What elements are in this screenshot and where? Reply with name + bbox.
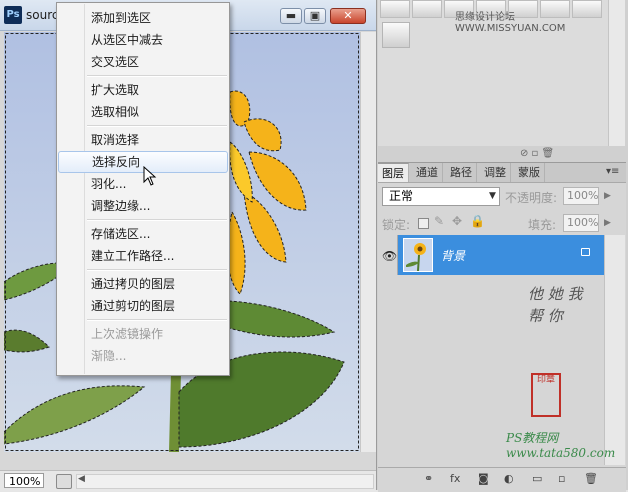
new-group-icon[interactable]: ▭ xyxy=(532,472,542,485)
menu-item: 渐隐... xyxy=(91,349,127,363)
tab-adjustments[interactable]: 调整 xyxy=(480,163,511,182)
horizontal-scrollbar[interactable] xyxy=(76,474,374,489)
tab-layers[interactable]: 图层 xyxy=(378,163,409,182)
lock-all-icon[interactable]: 🔒 xyxy=(470,214,485,228)
site-watermark: 思缘设计论坛 WWW.MISSYUAN.COM xyxy=(455,12,566,34)
context-menu: 添加到选区 从选区中减去 交叉选区 扩大选取 选取相似 取消选择 选择反向 羽化... 调整边缘… xyxy=(56,2,230,376)
style-swatch[interactable] xyxy=(382,22,410,48)
lock-transparent-icon[interactable] xyxy=(418,218,429,229)
menu-item: 上次滤镜操作 xyxy=(91,327,164,341)
lock-label: 锁定: xyxy=(382,218,411,232)
layers-footer-toolbar: ⚭ fx ◙ ◐ ▭ ▫ 🗑 xyxy=(378,467,626,492)
fill-field[interactable]: 100% xyxy=(563,214,599,232)
eye-icon: 👁 xyxy=(382,249,398,263)
menu-separator xyxy=(87,219,227,221)
trash-icon[interactable]: 🗑 xyxy=(584,472,598,485)
zoom-level-field[interactable]: 100% xyxy=(4,473,44,488)
menu-item[interactable]: 选取相似 xyxy=(58,101,228,123)
opacity-field[interactable]: 100% xyxy=(563,187,599,205)
menu-item[interactable]: 取消选择 xyxy=(58,129,228,151)
photoshop-icon: Ps xyxy=(4,6,22,24)
sunflower-thumbnail-image xyxy=(404,239,432,272)
menu-item[interactable]: 建立工作路径... xyxy=(58,245,228,267)
status-info-icon[interactable] xyxy=(56,474,72,489)
blend-mode-value: 正常 xyxy=(389,189,414,203)
add-mask-icon[interactable]: ◙ xyxy=(478,472,489,485)
menu-separator xyxy=(87,75,227,77)
restore-button[interactable]: ▣ xyxy=(304,8,326,24)
red-seal-stamp: 印章 xyxy=(531,373,561,417)
link-layers-icon[interactable]: ⚭ xyxy=(424,472,433,485)
tutorial-watermark: PS教程网 www.tata580.com xyxy=(506,431,616,460)
tab-paths[interactable]: 路径 xyxy=(446,163,477,182)
close-button[interactable]: ✕ xyxy=(330,8,366,24)
layer-thumbnail[interactable] xyxy=(403,238,433,272)
menu-item[interactable]: 通过拷贝的图层 xyxy=(58,273,228,295)
minimize-icon: ▬ xyxy=(285,9,297,22)
menu-item[interactable]: 添加到选区 xyxy=(58,7,228,29)
tab-masks[interactable]: 蒙版 xyxy=(514,163,545,182)
minimize-button[interactable]: ▬ xyxy=(280,8,302,24)
style-swatch[interactable] xyxy=(412,0,442,18)
style-swatch[interactable] xyxy=(380,0,410,18)
lock-position-icon[interactable]: ✥ xyxy=(452,214,462,228)
panel-menu-icon[interactable]: ▾≡ xyxy=(606,166,619,177)
menu-item[interactable]: 调整边缘... xyxy=(58,195,228,217)
fill-label: 填充: xyxy=(528,218,557,232)
menu-separator xyxy=(87,125,227,127)
vertical-scrollbar[interactable] xyxy=(360,32,377,452)
layer-lock-icon xyxy=(581,248,590,256)
opacity-label: 不透明度: xyxy=(505,191,558,205)
scroll-left-arrow-icon[interactable]: ◀ xyxy=(78,474,85,484)
layers-panel: 图层 通道 路径 调整 蒙版 ▾≡ 正常 ▼ 不透明度: 100% ▶ 锁定: … xyxy=(378,162,626,492)
mouse-cursor-icon xyxy=(143,166,157,186)
tab-channels[interactable]: 通道 xyxy=(412,163,443,182)
close-icon: ✕ xyxy=(343,9,353,22)
status-bar: 100% ◀ xyxy=(0,470,376,491)
menu-item[interactable]: 交叉选区 xyxy=(58,51,228,73)
opacity-slider-arrow-icon[interactable]: ▶ xyxy=(604,191,611,201)
menu-item[interactable]: 从选区中减去 xyxy=(58,29,228,51)
chevron-down-icon: ▼ xyxy=(489,191,496,201)
fill-slider-arrow-icon[interactable]: ▶ xyxy=(604,218,611,228)
menu-separator xyxy=(87,269,227,271)
calligraphy-watermark: 他 她 我 帮 你 xyxy=(528,285,583,325)
blend-mode-select[interactable]: 正常 ▼ xyxy=(382,187,500,206)
styles-footer-icons[interactable]: ⊘ ▫ 🗑 xyxy=(520,148,554,159)
menu-item[interactable]: 扩大选取 xyxy=(58,79,228,101)
layer-style-icon[interactable]: fx xyxy=(450,472,460,485)
styles-scrollbar[interactable] xyxy=(608,0,625,146)
lock-image-icon[interactable]: ✎ xyxy=(434,214,444,228)
restore-icon: ▣ xyxy=(309,9,321,22)
layer-name[interactable]: 背景 xyxy=(441,247,465,264)
menu-item[interactable]: 通过剪切的图层 xyxy=(58,295,228,317)
menu-separator xyxy=(87,319,227,321)
adjustment-layer-icon[interactable]: ◐ xyxy=(504,472,514,485)
layer-visibility-toggle[interactable]: 👁 xyxy=(378,235,398,275)
menu-item[interactable]: 存储选区... xyxy=(58,223,228,245)
new-layer-icon[interactable]: ▫ xyxy=(558,472,565,485)
